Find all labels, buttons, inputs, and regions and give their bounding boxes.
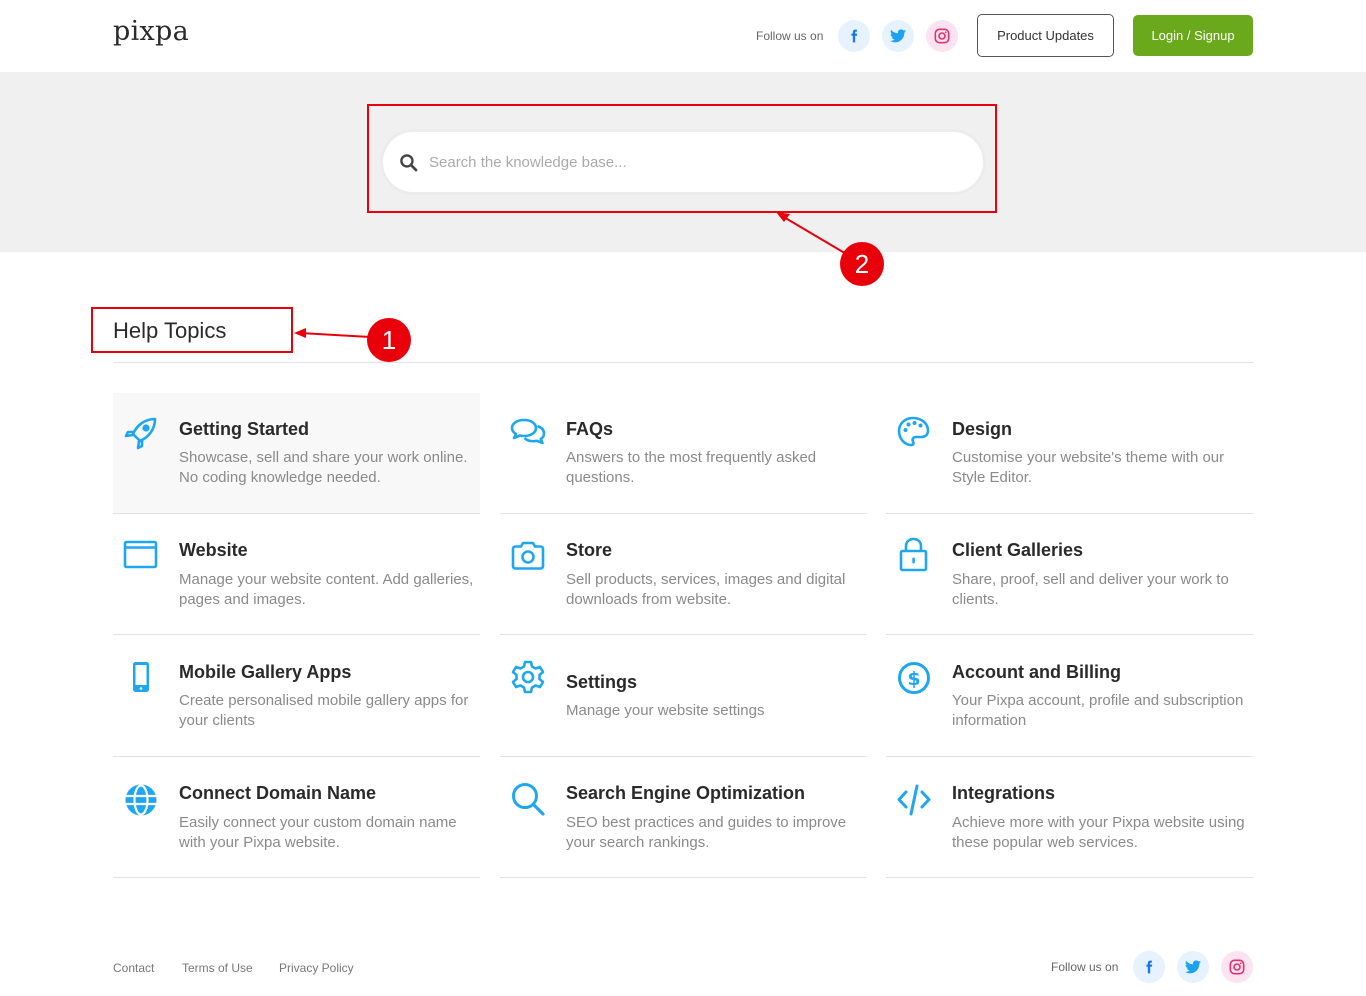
svg-text:$: $ (907, 668, 920, 690)
topic-title: Store (566, 540, 613, 560)
site-header: pixpa Follow us on Product Updates Login… (0, 0, 1366, 72)
topic-description: Customise your website's theme with our … (952, 449, 1225, 486)
topic-title: FAQs (566, 419, 614, 439)
lock-icon (899, 537, 928, 572)
mobile-phone-icon (133, 662, 149, 692)
topic-faqs[interactable]: FAQs Answers to the most frequently aske… (500, 393, 867, 514)
topic-title: Mobile Gallery Apps (179, 662, 352, 682)
footer-follow-us-label: Follow us on (1051, 960, 1119, 974)
facebook-icon (1146, 960, 1153, 974)
topic-mobile-gallery-apps[interactable]: Mobile Gallery Apps Create personalised … (113, 636, 480, 757)
topic-title: Integrations (952, 783, 1056, 803)
topic-account-and-billing[interactable]: $ Account and Billing Your Pixpa account… (886, 636, 1253, 757)
twitter-icon (1185, 960, 1201, 974)
topic-description: Easily connect your custom domain name w… (179, 814, 457, 851)
annotation-badge-1: 1 (367, 318, 411, 362)
browser-window-icon (123, 540, 158, 569)
annotation-arrowhead-1 (294, 328, 306, 338)
topic-description: Create personalised mobile gallery apps … (179, 692, 469, 729)
topic-website[interactable]: Website Manage your website content. Add… (113, 514, 480, 635)
footer-twitter-button[interactable] (1177, 951, 1209, 983)
help-topics-divider (113, 362, 1254, 363)
footer-instagram-button[interactable] (1221, 951, 1253, 983)
topic-search-engine-optimization[interactable]: Search Engine Optimization SEO best prac… (500, 757, 867, 878)
topic-store[interactable]: Store Sell products, services, images an… (500, 514, 867, 635)
twitter-icon (890, 29, 906, 43)
topic-title: Design (952, 419, 1013, 439)
dollar-circle-icon: $ (898, 662, 930, 694)
topic-description: Share, proof, sell and deliver your work… (952, 571, 1229, 608)
instagram-icon (934, 28, 950, 44)
topic-description: Manage your website content. Add galleri… (179, 571, 474, 608)
login-signup-button[interactable]: Login / Signup (1133, 15, 1253, 56)
topic-description: Sell products, services, images and digi… (566, 571, 846, 608)
topic-title: Search Engine Optimization (566, 783, 806, 803)
facebook-button[interactable] (838, 20, 870, 52)
annotation-box-search (367, 104, 997, 213)
annotation-badge-2: 2 (840, 242, 884, 286)
topic-getting-started[interactable]: Getting Started Showcase, sell and share… (113, 393, 480, 514)
footer-facebook-button[interactable] (1133, 951, 1165, 983)
instagram-button[interactable] (926, 20, 958, 52)
facebook-icon (851, 29, 858, 43)
instagram-icon (1229, 959, 1245, 975)
topic-settings[interactable]: Settings Manage your website settings (500, 636, 867, 757)
camera-icon (511, 541, 545, 570)
globe-icon (125, 784, 157, 816)
gear-icon (511, 660, 545, 694)
footer-link-contact[interactable]: Contact (113, 961, 154, 975)
topic-title: Client Galleries (952, 540, 1084, 560)
topic-title: Account and Billing (952, 662, 1121, 682)
topic-description: Achieve more with your Pixpa website usi… (952, 814, 1245, 851)
topic-client-galleries[interactable]: Client Galleries Share, proof, sell and … (886, 514, 1253, 635)
topic-description: Your Pixpa account, profile and subscrip… (952, 692, 1244, 729)
topic-title: Website (179, 540, 248, 560)
footer-link-terms-of-use[interactable]: Terms of Use (182, 961, 253, 975)
pixpa-logo[interactable]: pixpa (113, 16, 189, 47)
topic-title: Getting Started (179, 419, 310, 439)
topic-description: Manage your website settings (566, 702, 765, 719)
twitter-button[interactable] (882, 20, 914, 52)
topic-connect-domain-name[interactable]: Connect Domain Name Easily connect your … (113, 757, 480, 878)
topic-title: Connect Domain Name (179, 783, 377, 803)
rocket-icon (124, 417, 157, 450)
chat-bubbles-icon (510, 418, 546, 445)
topic-description: SEO best practices and guides to improve… (566, 814, 847, 851)
palette-icon (897, 416, 930, 447)
follow-us-label: Follow us on (756, 29, 824, 43)
product-updates-button[interactable]: Product Updates (977, 14, 1114, 57)
topic-description: Answers to the most frequently asked que… (566, 449, 817, 486)
topic-description: Showcase, sell and share your work onlin… (179, 449, 468, 486)
footer-link-privacy-policy[interactable]: Privacy Policy (279, 961, 354, 975)
topic-design[interactable]: Design Customise your website's theme wi… (886, 393, 1253, 514)
code-icon (897, 784, 931, 816)
help-topics-title: Help Topics (113, 318, 227, 343)
topic-title: Settings (566, 672, 638, 692)
annotation-arrow-1 (299, 332, 371, 338)
magnifier-icon (512, 783, 545, 816)
topic-integrations[interactable]: Integrations Achieve more with your Pixp… (886, 757, 1253, 878)
